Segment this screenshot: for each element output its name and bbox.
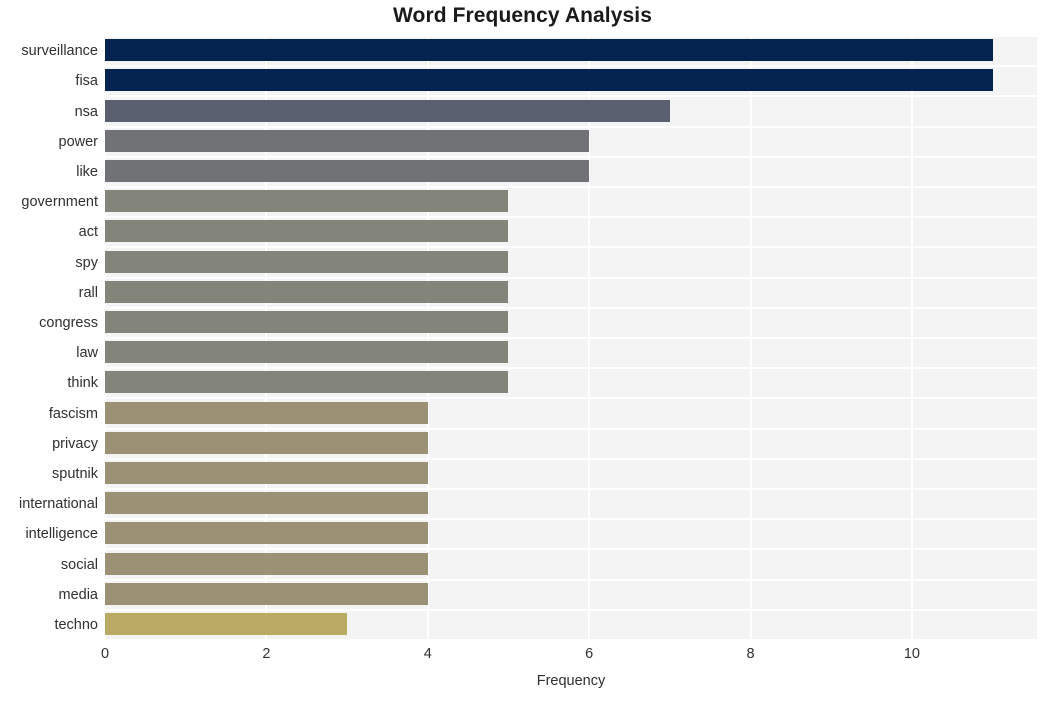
x-axis-label: Frequency <box>536 673 606 689</box>
bar[interactable] <box>105 220 509 243</box>
bar-row[interactable] <box>105 489 1037 519</box>
y-tick-label-sputnik: sputnik <box>52 465 98 482</box>
bar-row[interactable] <box>105 96 1037 126</box>
bar-row[interactable] <box>105 66 1037 96</box>
bar-row[interactable] <box>105 459 1037 489</box>
plot-area <box>104 35 1037 641</box>
bar-row[interactable] <box>105 519 1037 549</box>
x-tick-label-10: 10 <box>903 646 920 662</box>
bar[interactable] <box>105 431 428 454</box>
bar[interactable] <box>105 371 509 394</box>
x-tick-label-8: 8 <box>746 646 755 662</box>
y-tick-label-privacy: privacy <box>52 435 98 452</box>
bar[interactable] <box>105 492 428 515</box>
x-axis-tick-labels: 0 2 4 6 8 10 <box>101 646 1037 668</box>
y-tick-label-think: think <box>67 375 98 392</box>
bar[interactable] <box>105 250 509 273</box>
bar-row[interactable] <box>105 338 1037 368</box>
y-tick-label-fascism: fascism <box>48 405 98 422</box>
bar[interactable] <box>105 129 590 152</box>
y-tick-label-law: law <box>76 345 98 362</box>
y-tick-label-spy: spy <box>75 254 98 271</box>
bar[interactable] <box>105 310 509 333</box>
y-tick-label-techno: techno <box>54 616 98 633</box>
y-tick-label-rall: rall <box>78 284 98 301</box>
word-frequency-chart-figure: Word Frequency Analysis surveillance fisa… <box>0 0 1045 701</box>
y-tick-label-media: media <box>58 586 99 603</box>
bar[interactable] <box>105 159 590 182</box>
bar[interactable] <box>105 552 428 575</box>
x-tick-label-0: 0 <box>100 646 110 662</box>
bar-row[interactable] <box>105 187 1037 217</box>
bar[interactable] <box>105 612 348 635</box>
bar[interactable] <box>105 341 509 364</box>
bar[interactable] <box>105 461 428 484</box>
y-tick-label-government: government <box>21 194 98 211</box>
x-tick-label-4: 4 <box>423 646 432 662</box>
bar[interactable] <box>105 522 428 545</box>
y-tick-label-fisa: fisa <box>75 73 98 90</box>
y-tick-label-social: social <box>60 556 98 573</box>
bar-row[interactable] <box>105 157 1037 187</box>
bar-row[interactable] <box>105 127 1037 157</box>
bar-row[interactable] <box>105 36 1037 66</box>
y-tick-label-surveillance: surveillance <box>21 43 98 60</box>
bar-row[interactable] <box>105 429 1037 459</box>
bar-row[interactable] <box>105 247 1037 277</box>
chart-title: Word Frequency Analysis <box>392 4 653 27</box>
y-tick-label-like: like <box>76 163 98 180</box>
bar-row[interactable] <box>105 278 1037 308</box>
y-tick-label-intelligence: intelligence <box>25 526 98 543</box>
bar[interactable] <box>105 99 670 122</box>
bar-row[interactable] <box>105 308 1037 338</box>
bar-row[interactable] <box>105 217 1037 247</box>
bar-row[interactable] <box>105 580 1037 610</box>
x-tick-label-6: 6 <box>585 646 594 662</box>
bar-row[interactable] <box>105 549 1037 579</box>
y-tick-label-power: power <box>58 133 99 150</box>
bar-row[interactable] <box>105 398 1037 428</box>
bar-row[interactable] <box>105 610 1037 640</box>
x-tick-label-2: 2 <box>262 646 271 662</box>
bar[interactable] <box>105 582 428 605</box>
bar[interactable] <box>105 69 993 92</box>
bar-row[interactable] <box>105 368 1037 398</box>
y-tick-label-nsa: nsa <box>74 103 98 120</box>
y-tick-label-international: international <box>19 496 98 513</box>
bar[interactable] <box>105 401 428 424</box>
bar[interactable] <box>105 39 993 62</box>
bar[interactable] <box>105 280 509 303</box>
y-gridline <box>105 639 1037 641</box>
y-tick-label-congress: congress <box>39 314 98 331</box>
y-axis-tick-labels: surveillance fisa nsa power like government ac… <box>0 36 98 640</box>
y-tick-label-act: act <box>78 224 98 241</box>
bar[interactable] <box>105 190 509 213</box>
